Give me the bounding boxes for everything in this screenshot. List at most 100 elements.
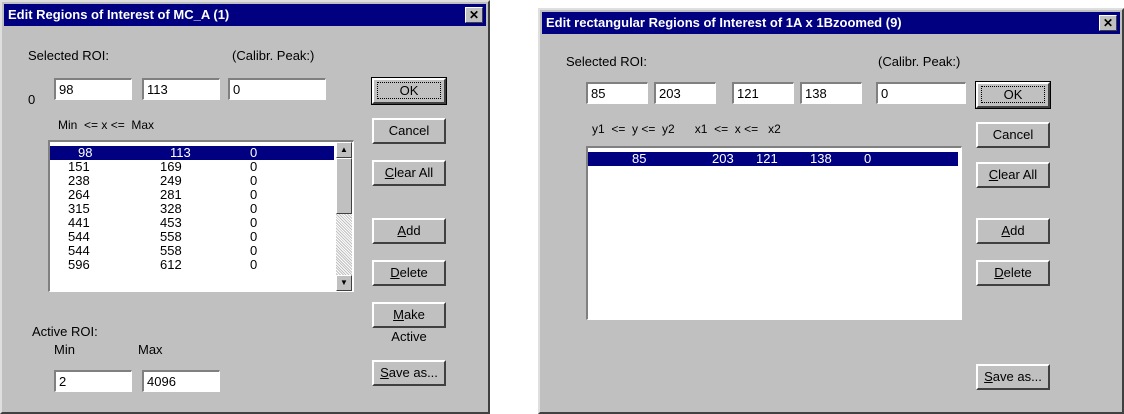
title-bar: Edit Regions of Interest of MC_A (1) ✕ [4,4,486,26]
add-label: dd [1010,223,1025,238]
save-as-button[interactable]: Save as... [372,360,446,386]
active-max-label: Max [138,342,163,357]
save-as-button[interactable]: Save as... [976,364,1050,390]
min-cell: 151 [68,159,90,174]
roi-max-field[interactable]: 113 [142,78,220,100]
x1-field[interactable]: 121 [732,82,794,104]
list-item[interactable]: 264 281 0 [50,188,334,202]
min-cell: 238 [68,173,90,188]
scroll-up-icon[interactable]: ▲ [336,142,352,158]
close-button[interactable]: ✕ [465,7,483,23]
roi-list-rows: 85 203 121 138 0 [588,152,958,166]
save-as-mnemonic: S [380,365,389,380]
min-cell: 315 [68,201,90,216]
min-cell: 98 [78,145,93,160]
min-cell: 264 [68,187,90,202]
save-as-label: ave as... [388,365,438,380]
delete-label: elete [399,265,428,280]
max-cell: 612 [160,257,182,272]
min-cell: 544 [68,229,90,244]
clear-all-button[interactable]: Clear All [976,162,1050,188]
make-active-button[interactable]: Make Active [372,302,446,344]
active-min-field[interactable]: 2 [54,370,132,392]
roi-list[interactable]: 98 113 0 151 169 0 238 249 0 264 281 0 315 328 0 441 453… [48,140,354,292]
calib-cell: 0 [250,145,258,160]
min-cell: 441 [68,215,90,230]
roi-list-scrollbar[interactable]: ▲ ▼ [336,142,352,291]
cancel-button[interactable]: Cancel [976,122,1050,148]
calib-cell: 0 [250,229,258,244]
calib-cell: 0 [250,215,258,230]
max-cell: 453 [160,215,182,230]
close-button[interactable]: ✕ [1099,15,1117,31]
delete-button[interactable]: Delete [976,260,1050,286]
clear-all-mnemonic: C [988,167,999,182]
active-max-field[interactable]: 4096 [142,370,220,392]
clear-all-button[interactable]: Clear All [372,160,446,186]
list-item[interactable]: 596 612 0 [50,258,334,272]
list-item[interactable]: 151 169 0 [50,160,334,174]
calibr-peak-field[interactable]: 0 [228,78,326,100]
scroll-down-icon[interactable]: ▼ [336,275,352,291]
list-item[interactable]: 238 249 0 [50,174,334,188]
x2-field[interactable]: 138 [800,82,862,104]
y1-cell: 85 [632,151,647,166]
scrollbar-thumb[interactable] [336,158,352,214]
selected-roi-label: Selected ROI: [28,48,109,63]
calib-cell: 0 [864,151,872,166]
save-as-label: ave as... [992,369,1042,384]
list-item[interactable]: 85 203 121 138 0 [588,152,958,166]
range-header: y1 <= y <= y2 x1 <= x <= x2 [592,122,781,136]
max-cell: 169 [160,159,182,174]
add-mnemonic: A [1001,223,1011,238]
delete-mnemonic: D [390,265,400,280]
save-as-mnemonic: S [984,369,993,384]
clear-all-label: lear All [998,167,1038,182]
list-item[interactable]: 544 558 0 [50,230,334,244]
max-cell: 558 [160,229,182,244]
y2-field[interactable]: 203 [654,82,716,104]
min-cell: 596 [68,257,90,272]
max-cell: 281 [160,187,182,202]
calibr-peak-label: (Calibr. Peak:) [878,54,961,69]
max-cell: 558 [160,243,182,258]
delete-button[interactable]: Delete [372,260,446,286]
x2-cell: 138 [810,151,832,166]
list-item[interactable]: 315 328 0 [50,202,334,216]
clear-all-mnemonic: C [384,165,395,180]
list-item[interactable]: 441 453 0 [50,216,334,230]
calibr-peak-label: (Calibr. Peak:) [232,48,315,63]
delete-label: elete [1003,265,1032,280]
cancel-button[interactable]: Cancel [372,118,446,144]
list-item[interactable]: 544 558 0 [50,244,334,258]
add-button[interactable]: Add [372,218,446,244]
list-item[interactable]: 98 113 0 [50,146,334,160]
calibr-peak-field[interactable]: 0 [876,82,966,104]
calib-cell: 0 [250,159,258,174]
edit-rect-roi-dialog: Edit rectangular Regions of Interest of … [538,8,1124,414]
y2-cell: 203 [712,151,734,166]
add-mnemonic: A [397,223,407,238]
ok-button[interactable]: OK [975,81,1051,109]
edit-roi-dialog: Edit Regions of Interest of MC_A (1) ✕ S… [0,0,490,414]
selected-roi-label: Selected ROI: [566,54,647,69]
calib-cell: 0 [250,187,258,202]
roi-index: 0 [28,92,36,107]
active-min-label: Min [54,342,75,357]
ok-button[interactable]: OK [371,77,447,105]
roi-list[interactable]: 85 203 121 138 0 [586,146,962,320]
max-cell: 328 [160,201,182,216]
x1-cell: 121 [756,151,778,166]
ok-label: OK [980,86,1046,103]
add-label: dd [406,223,421,238]
ok-label: OK [376,82,442,99]
active-roi-label: Active ROI: [32,324,98,339]
roi-min-field[interactable]: 98 [54,78,132,100]
calib-cell: 0 [250,173,258,188]
add-button[interactable]: Add [976,218,1050,244]
max-cell: 249 [160,173,182,188]
calib-cell: 0 [250,257,258,272]
y1-field[interactable]: 85 [586,82,648,104]
range-header: Min <= x <= Max [58,118,155,132]
roi-list-rows: 98 113 0 151 169 0 238 249 0 264 281 0 315 328 0 441 453… [50,146,334,272]
